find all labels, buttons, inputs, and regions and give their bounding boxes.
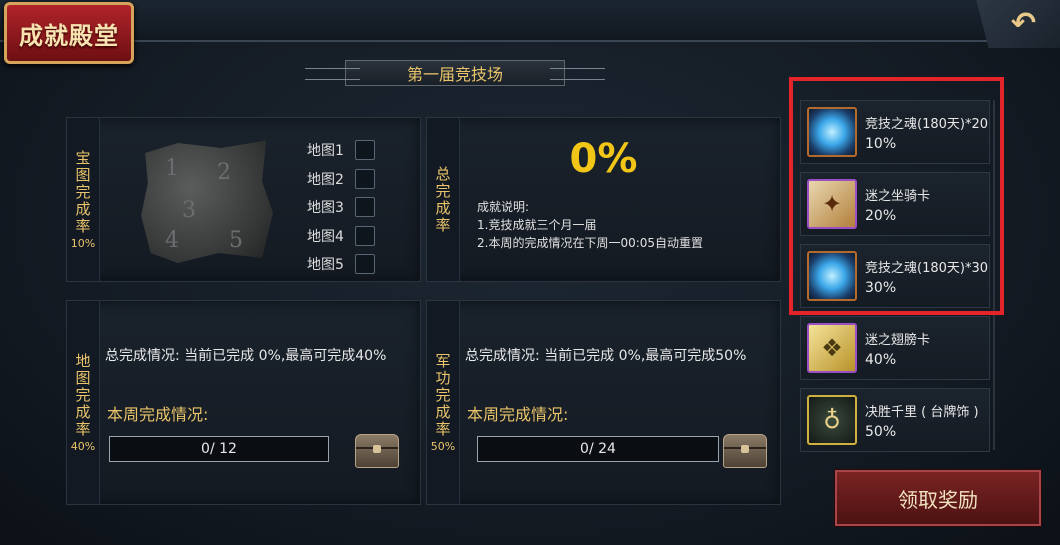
treasure-chest-icon[interactable] — [723, 434, 767, 468]
map2-checkbox[interactable] — [355, 168, 375, 189]
season-title: 第一届竞技场 — [305, 60, 605, 86]
reward-item[interactable]: ❖ 迷之翅膀卡 40% — [800, 316, 990, 380]
merit-week-label: 本周完成情况: — [467, 405, 569, 424]
map-row-5: 地图5 — [307, 250, 375, 279]
ornament-icon: ♁ — [807, 395, 857, 445]
map4-checkbox[interactable] — [355, 225, 375, 246]
treasure-rate-percent: 10% — [70, 236, 96, 250]
achievement-description: 成就说明: 1.竞技成就三个月一届 2.本周的完成情况在下周一00:05自动重置 — [477, 200, 704, 250]
treasure-map-image: 1 2 3 4 5 — [141, 140, 273, 263]
game-window: 成就殿堂 ↶ 第一届竞技场 宝图完成率 10% 1 2 3 4 5 地图1 地图… — [0, 0, 1060, 545]
merit-progress-bar: 0/ 24 — [477, 436, 719, 462]
title-badge: 成就殿堂 — [4, 2, 134, 64]
merit-rate-label: 军功完成率 50% — [427, 301, 460, 504]
treasure-chest-icon[interactable] — [355, 434, 399, 468]
map3-checkbox[interactable] — [355, 197, 375, 218]
map-rate-label: 地图完成率 40% — [67, 301, 100, 504]
map-week-label: 本周完成情况: — [107, 405, 209, 424]
top-bar — [0, 0, 1060, 42]
back-arrow-icon: ↶ — [1010, 6, 1036, 41]
claim-reward-button[interactable]: 领取奖励 — [835, 470, 1041, 526]
map-row-1: 地图1 — [307, 136, 375, 165]
map-row-3: 地图3 — [307, 193, 375, 222]
treasure-rate-label: 宝图完成率 10% — [67, 118, 100, 281]
map-row-2: 地图2 — [307, 165, 375, 194]
merit-rate-percent: 50% — [430, 439, 456, 453]
reward-item[interactable]: ♁ 决胜千里 ( 台牌饰 ) 50% — [800, 388, 990, 452]
map-completion-panel: 地图完成率 40% 总完成情况: 当前已完成 0%,最高可完成40% 本周完成情… — [66, 300, 421, 505]
total-completion-panel: 总完成率 0% 成就说明: 1.竞技成就三个月一届 2.本周的完成情况在下周一0… — [426, 117, 781, 282]
treasure-map-panel: 宝图完成率 10% 1 2 3 4 5 地图1 地图2 地图3 地图4 地图5 — [66, 117, 421, 282]
map1-checkbox[interactable] — [355, 140, 375, 161]
wings-card-icon: ❖ — [807, 323, 857, 373]
map-row-4: 地图4 — [307, 222, 375, 251]
merit-summary: 总完成情况: 当前已完成 0%,最高可完成50% — [465, 348, 747, 364]
map-rate-percent: 40% — [70, 439, 96, 453]
total-rate-percent: 0% — [569, 136, 638, 182]
merit-completion-panel: 军功完成率 50% 总完成情况: 当前已完成 0%,最高可完成50% 本周完成情… — [426, 300, 781, 505]
season-title-text: 第一届竞技场 — [406, 65, 503, 84]
map-progress-bar: 0/ 12 — [109, 436, 329, 462]
map5-checkbox[interactable] — [355, 254, 375, 275]
badge-title: 成就殿堂 — [19, 20, 119, 50]
highlight-box — [789, 77, 1004, 315]
map-summary: 总完成情况: 当前已完成 0%,最高可完成40% — [105, 348, 387, 364]
map-checklist: 地图1 地图2 地图3 地图4 地图5 — [307, 136, 375, 279]
